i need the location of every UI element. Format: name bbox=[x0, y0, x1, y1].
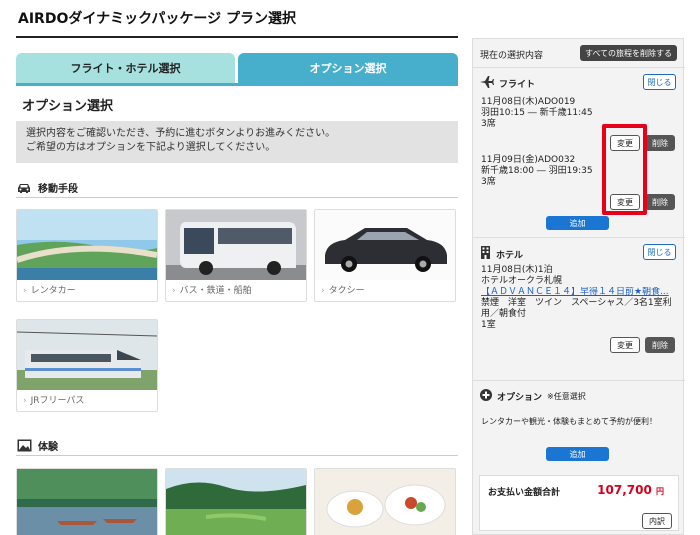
flight-leg-2-line-2: 新千歳18:00 ― 羽田19:35 bbox=[481, 166, 593, 176]
jr-train-image bbox=[17, 320, 157, 390]
flight-title: フライト bbox=[480, 76, 535, 91]
flight-leg-2-delete-button[interactable]: 削除 bbox=[645, 194, 675, 210]
transport-heading: 移動手段 bbox=[16, 178, 458, 198]
experience-heading-label: 体験 bbox=[38, 442, 58, 453]
flight-leg-2-line-3: 3席 bbox=[481, 177, 496, 187]
hotel-close-button[interactable]: 閉じる bbox=[643, 244, 676, 260]
flight-leg-1-delete-button[interactable]: 削除 bbox=[645, 135, 675, 151]
option-section: オプション ※任意選択 レンタカーや観光・体験もまとめて予約が便利！ 追加 bbox=[473, 380, 685, 470]
tab-flight-hotel[interactable]: フライト・ホテル選択 bbox=[16, 53, 235, 83]
building-icon bbox=[480, 246, 491, 262]
selection-panel-header: 現在の選択内容 bbox=[480, 51, 544, 61]
bus-label: バス・鉄道・船舶 bbox=[172, 283, 252, 296]
option-note: ※任意選択 bbox=[547, 392, 586, 401]
card-bus-rail-ship[interactable]: バス・鉄道・船舶 bbox=[165, 209, 307, 302]
delete-all-button[interactable]: すべての旅程を削除する bbox=[580, 45, 677, 61]
jr-free-pass-label: JRフリーパス bbox=[23, 393, 85, 406]
rental-car-label: レンタカー bbox=[23, 283, 76, 296]
hotel-title: ホテル bbox=[480, 246, 523, 262]
total-amount: 107,700 円 bbox=[597, 483, 664, 497]
card-rental-car[interactable]: レンタカー bbox=[16, 209, 158, 302]
canoe-image bbox=[17, 469, 157, 535]
experience-card-canoe[interactable] bbox=[16, 468, 158, 535]
hotel-name: ホテルオークラ札幌 bbox=[481, 276, 563, 286]
flight-leg-1-line-1: 11月08日(木)ADO019 bbox=[481, 97, 576, 107]
total-amount-value: 107,700 bbox=[597, 483, 652, 497]
option-title: オプション ※任意選択 bbox=[480, 389, 586, 404]
flight-section: フライト 閉じる 11月08日(木)ADO019 羽田10:15 ― 新千歳11… bbox=[473, 67, 685, 232]
hotel-change-button[interactable]: 変更 bbox=[610, 337, 640, 353]
hotel-room-line-2: 用／朝食付 bbox=[481, 309, 527, 319]
flight-leg-1-line-3: 3席 bbox=[481, 119, 496, 129]
food-image bbox=[315, 469, 455, 535]
taxi-label: タクシー bbox=[321, 283, 365, 296]
info-line-1: 選択内容をご確認いただき、予約に進むボタンよりお進みください。 bbox=[26, 128, 336, 139]
card-jr-free-pass[interactable]: JRフリーパス bbox=[16, 319, 158, 412]
total-amount-unit: 円 bbox=[656, 487, 664, 496]
flight-title-label: フライト bbox=[499, 80, 536, 90]
breakdown-button[interactable]: 内訳 bbox=[642, 513, 672, 529]
option-title-label: オプション bbox=[497, 393, 543, 403]
experience-card-golf[interactable] bbox=[165, 468, 307, 535]
hotel-title-label: ホテル bbox=[496, 250, 524, 261]
selection-panel: 現在の選択内容 すべての旅程を削除する フライト 閉じる 11月08日(木)AD… bbox=[472, 38, 685, 535]
total-box: お支払い金額合計 107,700 円 内訳 bbox=[479, 475, 679, 531]
taxi-image bbox=[315, 210, 455, 280]
hotel-section: ホテル 閉じる 11月08日(木)1泊 ホテルオークラ札幌 【ＡＤＶＡＮＣＥ１４… bbox=[473, 237, 685, 382]
total-label: お支払い金額合計 bbox=[488, 488, 561, 498]
hotel-rooms: 1室 bbox=[481, 320, 496, 330]
hotel-plan-link[interactable]: 【ＡＤＶＡＮＣＥ１４】早得１４日前★朝食... bbox=[481, 287, 677, 298]
option-select-heading: オプション選択 bbox=[22, 99, 114, 114]
flight-leg-1-line-2: 羽田10:15 ― 新千歳11:45 bbox=[481, 108, 593, 118]
car-icon bbox=[16, 181, 32, 195]
rental-car-image bbox=[17, 210, 157, 280]
option-promo: レンタカーや観光・体験もまとめて予約が便利！ bbox=[481, 417, 657, 426]
change-buttons-highlight bbox=[602, 124, 647, 215]
bus-image bbox=[166, 210, 306, 280]
title-rule bbox=[16, 36, 458, 38]
experience-card-food[interactable] bbox=[314, 468, 456, 535]
hotel-delete-button[interactable]: 削除 bbox=[645, 337, 675, 353]
flight-close-button[interactable]: 閉じる bbox=[643, 74, 676, 90]
info-line-2: ご希望の方はオプションを下記より選択してください。 bbox=[26, 142, 276, 153]
plus-circle-icon bbox=[480, 389, 492, 404]
experience-heading: 体験 bbox=[16, 436, 458, 456]
transport-heading-label: 移動手段 bbox=[38, 184, 78, 195]
airplane-icon bbox=[480, 76, 494, 91]
info-box: 選択内容をご確認いただき、予約に進むボタンよりお進みください。 ご希望の方はオプ… bbox=[16, 121, 458, 163]
tab-underline bbox=[16, 83, 458, 86]
page-title: AIRDOダイナミックパッケージ プラン選択 bbox=[18, 11, 296, 27]
hotel-room-line-1: 禁煙 洋室 ツイン スペーシャス／3名1室利 bbox=[481, 298, 672, 308]
golf-image bbox=[166, 469, 306, 535]
flight-leg-2-line-1: 11月09日(金)ADO032 bbox=[481, 155, 576, 165]
hotel-date: 11月08日(木)1泊 bbox=[481, 265, 553, 275]
card-taxi[interactable]: タクシー bbox=[314, 209, 456, 302]
photo-icon bbox=[16, 439, 32, 453]
tab-option[interactable]: オプション選択 bbox=[238, 53, 458, 83]
option-add-button[interactable]: 追加 bbox=[546, 447, 609, 461]
flight-add-button[interactable]: 追加 bbox=[546, 216, 609, 230]
